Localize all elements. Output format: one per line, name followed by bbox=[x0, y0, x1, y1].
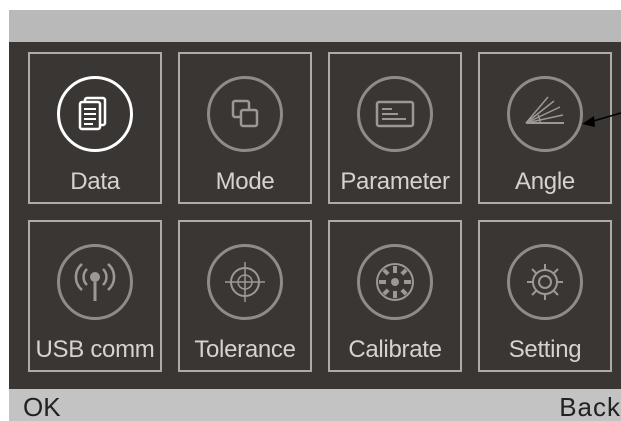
data-icon bbox=[57, 76, 133, 152]
calibrate-icon bbox=[357, 244, 433, 320]
menu-item-calibrate[interactable]: Calibrate bbox=[328, 220, 462, 372]
tolerance-icon bbox=[207, 244, 283, 320]
softkey-bar: OK Back bbox=[9, 389, 621, 421]
menu-item-data[interactable]: Data bbox=[28, 52, 162, 204]
usb-comm-icon bbox=[57, 244, 133, 320]
ok-softkey[interactable]: OK bbox=[23, 392, 61, 421]
menu-item-angle[interactable]: Angle bbox=[478, 52, 612, 204]
parameter-icon bbox=[357, 76, 433, 152]
menu-item-tolerance[interactable]: Tolerance bbox=[178, 220, 312, 372]
menu-item-label: Parameter bbox=[340, 168, 450, 195]
menu-item-label: Angle bbox=[515, 168, 575, 195]
menu-item-label: USB comm bbox=[35, 336, 155, 363]
mode-icon bbox=[207, 76, 283, 152]
device-screen: Data Mode Parameter Angle USB comm Toler… bbox=[9, 10, 621, 421]
menu-item-label: Mode bbox=[215, 168, 275, 195]
menu-item-label: Data bbox=[70, 168, 120, 195]
setting-icon bbox=[507, 244, 583, 320]
menu-item-mode[interactable]: Mode bbox=[178, 52, 312, 204]
menu-item-setting[interactable]: Setting bbox=[478, 220, 612, 372]
angle-icon bbox=[507, 76, 583, 152]
status-bar bbox=[9, 10, 621, 42]
menu-item-parameter[interactable]: Parameter bbox=[328, 52, 462, 204]
menu-item-usb-comm[interactable]: USB comm bbox=[28, 220, 162, 372]
menu-item-label: Calibrate bbox=[348, 336, 442, 363]
menu-item-label: Tolerance bbox=[194, 336, 296, 363]
back-softkey[interactable]: Back bbox=[559, 392, 621, 421]
menu-item-label: Setting bbox=[508, 336, 582, 363]
